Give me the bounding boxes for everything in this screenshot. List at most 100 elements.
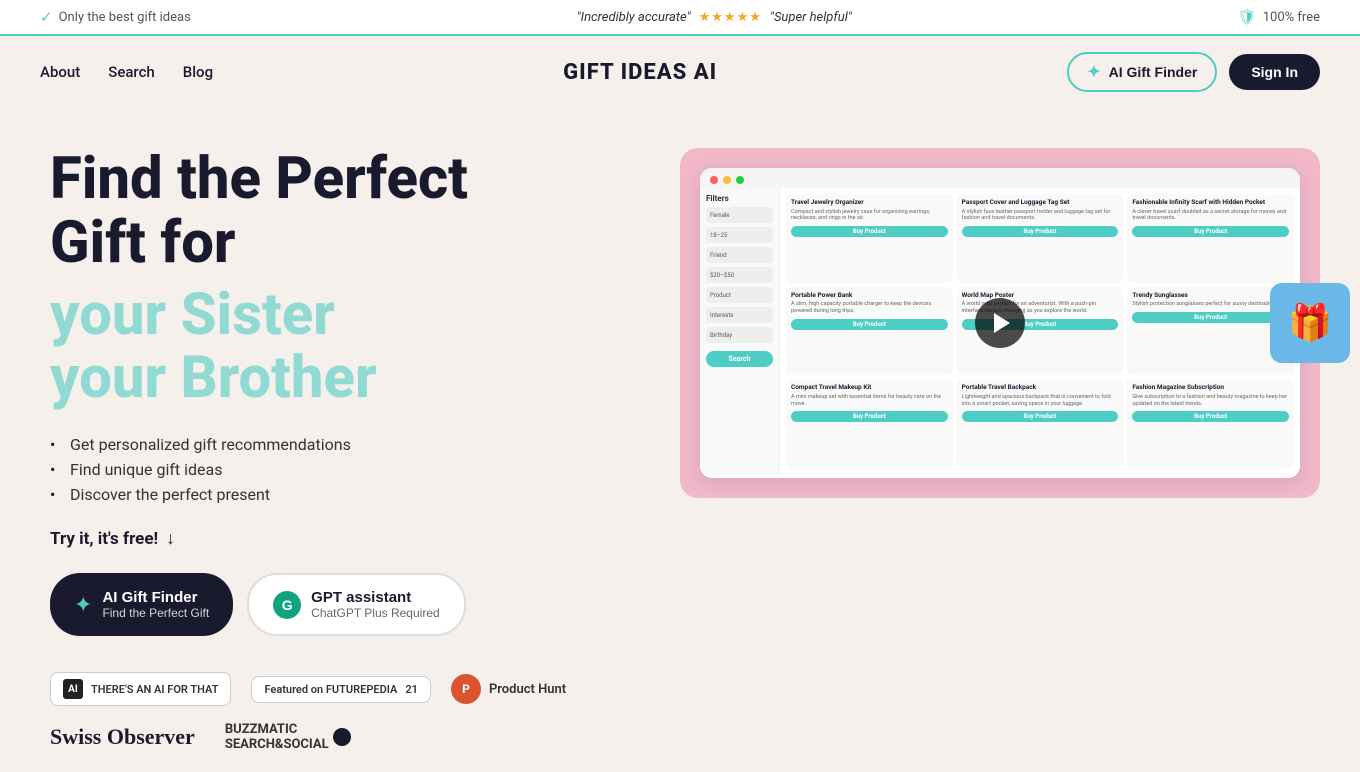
nav-gift-finder-label: AI Gift Finder (1109, 64, 1198, 80)
buy-btn-1[interactable]: Buy Product (962, 226, 1119, 237)
ai-gift-btn-sub: Find the Perfect Gift (102, 606, 209, 620)
futurepedia-count: 21 (405, 683, 418, 696)
gift-card-title-4: World Map Poster (962, 292, 1119, 300)
producthunt-icon: P (451, 674, 481, 704)
nav-left: About Search Blog (40, 63, 213, 81)
ai-gift-btn-title: AI Gift Finder (102, 589, 197, 606)
buy-btn-6[interactable]: Buy Product (791, 411, 948, 422)
bullet-2: Find unique gift ideas (50, 460, 590, 479)
window-dots (700, 168, 1300, 188)
gift-card-title-1: Passport Cover and Luggage Tag Set (962, 199, 1119, 207)
sparkle-cta-icon: ✦ (74, 592, 92, 618)
buy-btn-5[interactable]: Buy Product (1132, 312, 1289, 323)
badges-row: AI THERE'S AN AI FOR THAT Featured on FU… (50, 672, 590, 706)
swiss-observer-logo: Swiss Observer (50, 724, 195, 750)
hero-anim-line1: your Sister (50, 281, 335, 349)
producthunt-badge: P Product Hunt (451, 674, 566, 704)
product-screenshot: Filters Female 18–25 Friend $20–$50 Prod… (680, 148, 1320, 498)
gpt-btn-labels: GPT assistant ChatGPT Plus Required (311, 589, 440, 620)
filter-gender: Female (706, 207, 773, 223)
gift-card-title-7: Portable Travel Backpack (962, 384, 1119, 392)
nav-signin-button[interactable]: Sign In (1229, 54, 1320, 90)
aiforthat-label: THERE'S AN AI FOR THAT (91, 683, 218, 696)
gift-cards-grid: Travel Jewelry Organizer Compact and sty… (780, 188, 1300, 474)
gpt-btn-sub: ChatGPT Plus Required (311, 606, 440, 620)
screenshot-sidebar: Filters Female 18–25 Friend $20–$50 Prod… (700, 188, 780, 474)
nav-blog[interactable]: Blog (183, 63, 213, 81)
navbar: About Search Blog GIFT IDEAS AI ✦ AI Gif… (0, 36, 1360, 108)
buy-btn-8[interactable]: Buy Product (1132, 411, 1289, 422)
banner-left: ✓ Only the best gift ideas (40, 8, 191, 26)
press-logos: Swiss Observer BUZZMATICSEARCH&SOCIAL (50, 722, 590, 752)
gift-card-2: Fashionable Infinity Scarf with Hidden P… (1127, 194, 1294, 283)
buzzmatic-logo: BUZZMATICSEARCH&SOCIAL (225, 722, 351, 752)
filter-title: Filters (706, 194, 773, 203)
gift-card-title-3: Portable Power Bank (791, 292, 948, 300)
sparkle-icon: ✦ (1087, 62, 1100, 82)
aiforthat-badge: AI THERE'S AN AI FOR THAT (50, 672, 231, 706)
gift-card-title-2: Fashionable Infinity Scarf with Hidden P… (1132, 199, 1289, 207)
futurepedia-label: Featured on FUTUREPEDIA (264, 683, 397, 696)
gift-card-8: Fashion Magazine Subscription Give subsc… (1127, 379, 1294, 468)
screenshot-inner: Filters Female 18–25 Friend $20–$50 Prod… (700, 168, 1300, 478)
filter-relation: Friend (706, 247, 773, 263)
buy-btn-0[interactable]: Buy Product (791, 226, 948, 237)
hero-animated-text: your Sister your Brother (50, 284, 590, 412)
gift-card-title-0: Travel Jewelry Organizer (791, 199, 948, 207)
nav-about[interactable]: About (40, 63, 80, 81)
gift-card-7: Portable Travel Backpack Lightweight and… (957, 379, 1124, 468)
gift-card-3: Portable Power Bank A slim, high capacit… (786, 287, 953, 376)
bullet-3: Discover the perfect present (50, 485, 590, 504)
gift-card-title-5: Trendy Sunglasses (1132, 292, 1289, 300)
banner-left-text: Only the best gift ideas (59, 10, 191, 25)
ai-gift-btn-labels: AI Gift Finder Find the Perfect Gift (102, 589, 209, 620)
nav-brand: GIFT IDEAS AI (563, 60, 717, 85)
hero-section: Find the Perfect Gift for your Sister yo… (0, 108, 1360, 772)
dot-yellow (723, 176, 731, 184)
filter-birthday: Birthday (706, 327, 773, 343)
gift-card-0: Travel Jewelry Organizer Compact and sty… (786, 194, 953, 283)
gift-card-title-8: Fashion Magazine Subscription (1132, 384, 1289, 392)
gift-card-desc-0: Compact and stylish jewelry case for org… (791, 209, 948, 222)
filter-age: 18–25 (706, 227, 773, 243)
aiforthat-icon: AI (63, 679, 83, 699)
play-button[interactable] (975, 298, 1025, 348)
try-it-text: Try it, it's free! ↓ (50, 528, 590, 549)
ai-gift-finder-button[interactable]: ✦ AI Gift Finder Find the Perfect Gift (50, 573, 233, 636)
banner-right-text: 100% free (1263, 10, 1320, 25)
top-banner: ✓ Only the best gift ideas "Incredibly a… (0, 0, 1360, 36)
arrow-down-icon: ↓ (166, 528, 175, 549)
hero-title: Find the Perfect Gift for (50, 148, 590, 276)
bullet-1: Get personalized gift recommendations (50, 435, 590, 454)
gift-card-title-6: Compact Travel Makeup Kit (791, 384, 948, 392)
hero-title-line1: Find the Perfect (50, 145, 468, 213)
gift-card-6: Compact Travel Makeup Kit A mini makeup … (786, 379, 953, 468)
hero-right: Filters Female 18–25 Friend $20–$50 Prod… (620, 148, 1320, 498)
gpt-btn-title: GPT assistant (311, 589, 411, 606)
sidebar-search-button[interactable]: Search (706, 351, 773, 367)
dot-red (710, 176, 718, 184)
buy-btn-7[interactable]: Buy Product (962, 411, 1119, 422)
nav-gift-finder-button[interactable]: ✦ AI Gift Finder (1067, 52, 1217, 92)
star-rating: ★★★★★ (699, 10, 762, 25)
filter-budget: $20–$50 (706, 267, 773, 283)
banner-center: "Incredibly accurate" ★★★★★ "Super helpf… (577, 10, 852, 25)
check-icon: ✓ (40, 8, 53, 26)
producthunt-label: Product Hunt (489, 682, 566, 697)
quote2: "Super helpful" (770, 10, 852, 25)
gift-card-desc-7: Lightweight and spacious backpack that i… (962, 394, 1119, 407)
buy-btn-2[interactable]: Buy Product (1132, 226, 1289, 237)
buy-btn-3[interactable]: Buy Product (791, 319, 948, 330)
gpt-icon: G (273, 591, 301, 619)
buzzmatic-text: BUZZMATICSEARCH&SOCIAL (225, 722, 329, 752)
nav-search[interactable]: Search (108, 63, 155, 81)
cta-buttons: ✦ AI Gift Finder Find the Perfect Gift G… (50, 573, 590, 636)
gift-card-desc-2: A clever travel scarf doubled as a secre… (1132, 209, 1289, 222)
futurepedia-badge: Featured on FUTUREPEDIA 21 (251, 676, 430, 703)
gift-card-desc-8: Give subscription to a fashion and beaut… (1132, 394, 1289, 407)
banner-right: 🛡 100% free (1238, 8, 1320, 26)
gift-card-desc-3: A slim, high capacity portable charger t… (791, 301, 948, 314)
gift-box-float: 🎁 (1270, 283, 1350, 363)
gift-card-5: Trendy Sunglasses Stylish protection sun… (1127, 287, 1294, 376)
gpt-assistant-button[interactable]: G GPT assistant ChatGPT Plus Required (247, 573, 466, 636)
